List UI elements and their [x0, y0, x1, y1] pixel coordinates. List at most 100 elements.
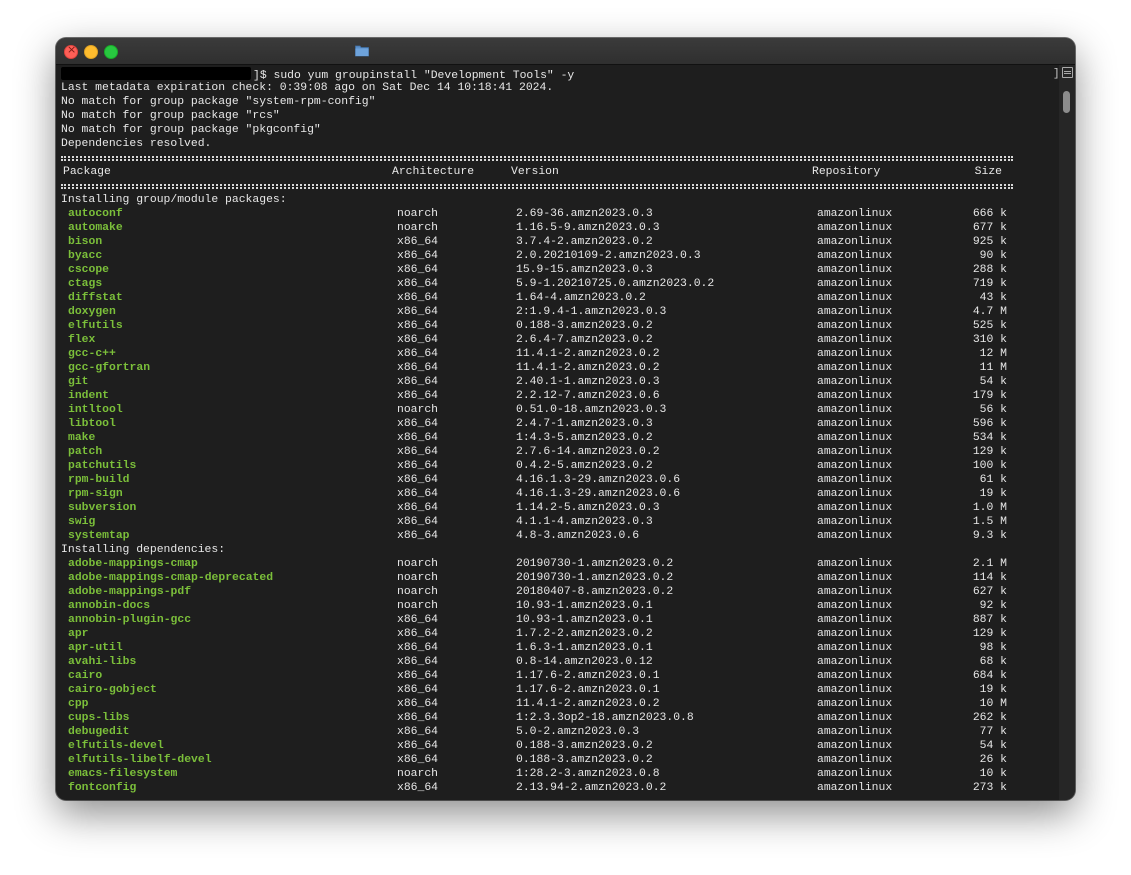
package-version: 2.6.4-7.amzn2023.0.2 [516, 334, 653, 346]
package-arch: x86_64 [397, 642, 439, 654]
package-size: 100 k [972, 460, 1007, 472]
package-arch: x86_64 [397, 628, 439, 640]
package-name: git [68, 376, 89, 388]
table-row: cups-libs x86_64 1:2.3.3op2-18.amzn2023.0.… [61, 711, 1013, 725]
package-version: 2.7.6-14.amzn2023.0.2 [516, 446, 660, 458]
package-size: 129 k [972, 446, 1007, 458]
package-arch: x86_64 [397, 418, 439, 430]
separator-rule [61, 156, 1013, 161]
package-version: 1.7.2-2.amzn2023.0.2 [516, 628, 653, 640]
message-line: Dependencies resolved. [61, 138, 212, 150]
table-row: annobin-plugin-gcc x86_64 10.93-1.amzn2023… [61, 613, 1013, 627]
package-arch: x86_64 [397, 292, 439, 304]
package-size: 90 k [979, 250, 1007, 262]
table-row: autoconf noarch 2.69-36.amzn2023.0.3 amazon… [61, 207, 1013, 221]
package-arch: x86_64 [397, 670, 439, 682]
package-version: 20180407-8.amzn2023.0.2 [516, 586, 674, 598]
split-pane-icon[interactable] [1062, 67, 1073, 78]
scrollbar[interactable] [1059, 65, 1075, 800]
package-version: 11.4.1-2.amzn2023.0.2 [516, 348, 660, 360]
package-name: automake [68, 222, 123, 234]
package-arch: noarch [397, 208, 439, 220]
package-repo: amazonlinux [817, 250, 893, 262]
package-version: 1.17.6-2.amzn2023.0.1 [516, 684, 660, 696]
table-row: rpm-sign x86_64 4.16.1.3-29.amzn2023.0.6 am… [61, 487, 1013, 501]
terminal-window: ]$ sudo yum groupinstall "Development To… [56, 38, 1075, 800]
package-size: 925 k [972, 236, 1007, 248]
terminal-output[interactable]: ]$ sudo yum groupinstall "Development To… [56, 65, 1059, 800]
package-repo: amazonlinux [817, 614, 893, 626]
package-arch: x86_64 [397, 488, 439, 500]
package-size: 534 k [972, 432, 1007, 444]
package-name: emacs-filesystem [68, 768, 178, 780]
package-size: 10 M [979, 698, 1007, 710]
table-row: adobe-mappings-pdf noarch 20180407-8.amzn2… [61, 585, 1013, 599]
table-row: gcc-c++ x86_64 11.4.1-2.amzn2023.0.2 amazon… [61, 347, 1013, 361]
table-header: Package Architecture Version Repository … [61, 165, 1013, 179]
package-version: 0.8-14.amzn2023.0.12 [516, 656, 653, 668]
package-arch: x86_64 [397, 264, 439, 276]
minimize-button[interactable] [84, 45, 98, 59]
package-size: 684 k [972, 670, 1007, 682]
package-version: 11.4.1-2.amzn2023.0.2 [516, 698, 660, 710]
package-repo: amazonlinux [817, 530, 893, 542]
table-row: byacc x86_64 2.0.20210109-2.amzn2023.0.3 am… [61, 249, 1013, 263]
package-repo: amazonlinux [817, 684, 893, 696]
package-name: cpp [68, 698, 89, 710]
package-version: 2.0.20210109-2.amzn2023.0.3 [516, 250, 701, 262]
package-version: 1:2.3.3op2-18.amzn2023.0.8 [516, 712, 694, 724]
table-row: subversion x86_64 1.14.2-5.amzn2023.0.3 ama… [61, 501, 1013, 515]
close-button[interactable] [64, 43, 78, 59]
package-name: autoconf [68, 208, 123, 220]
package-name: rpm-sign [68, 488, 123, 500]
package-repo: amazonlinux [817, 572, 893, 584]
package-size: 887 k [972, 614, 1007, 626]
package-version: 5.0-2.amzn2023.0.3 [516, 726, 640, 738]
package-size: 54 k [979, 740, 1007, 752]
package-size: 19 k [979, 488, 1007, 500]
package-repo: amazonlinux [817, 334, 893, 346]
table-row: indent x86_64 2.2.12-7.amzn2023.0.6 amazonl… [61, 389, 1013, 403]
package-arch: x86_64 [397, 516, 439, 528]
package-name: debugedit [68, 726, 130, 738]
package-repo: amazonlinux [817, 418, 893, 430]
table-row: patch x86_64 2.7.6-14.amzn2023.0.2 amazonli… [61, 445, 1013, 459]
package-repo: amazonlinux [817, 782, 893, 794]
package-version: 1.64-4.amzn2023.0.2 [516, 292, 646, 304]
package-size: 92 k [979, 600, 1007, 612]
message-line: No match for group package "system-rpm-c… [61, 96, 376, 108]
table-row: apr-util x86_64 1.6.3-1.amzn2023.0.1 amazon… [61, 641, 1013, 655]
table-row: cscope x86_64 15.9-15.amzn2023.0.3 amazonli… [61, 263, 1013, 277]
package-size: 677 k [972, 222, 1007, 234]
package-repo: amazonlinux [817, 278, 893, 290]
package-name: gcc-gfortran [68, 362, 151, 374]
maximize-button[interactable] [104, 45, 118, 59]
package-arch: x86_64 [397, 390, 439, 402]
package-repo: amazonlinux [817, 768, 893, 780]
scroll-thumb[interactable] [1063, 91, 1070, 113]
package-arch: x86_64 [397, 712, 439, 724]
package-arch: x86_64 [397, 754, 439, 766]
package-repo: amazonlinux [817, 628, 893, 640]
package-size: 19 k [979, 684, 1007, 696]
package-arch: x86_64 [397, 782, 439, 794]
package-arch: x86_64 [397, 684, 439, 696]
table-row: patchutils x86_64 0.4.2-5.amzn2023.0.2 amaz… [61, 459, 1013, 473]
message-line: No match for group package "pkgconfig" [61, 124, 321, 136]
table-row: swig x86_64 4.1.1-4.amzn2023.0.3 amazonlinu… [61, 515, 1013, 529]
title-bar[interactable] [56, 38, 1075, 65]
section-heading: Installing group/module packages: [61, 194, 287, 206]
package-repo: amazonlinux [817, 488, 893, 500]
package-arch: x86_64 [397, 348, 439, 360]
package-repo: amazonlinux [817, 208, 893, 220]
package-repo: amazonlinux [817, 236, 893, 248]
package-arch: x86_64 [397, 278, 439, 290]
package-size: 4.7 M [972, 306, 1007, 318]
package-name: apr [68, 628, 89, 640]
package-version: 2.2.12-7.amzn2023.0.6 [516, 390, 660, 402]
message-line: No match for group package "rcs" [61, 110, 280, 122]
package-repo: amazonlinux [817, 460, 893, 472]
package-version: 5.9-1.20210725.0.amzn2023.0.2 [516, 278, 715, 290]
package-size: 596 k [972, 418, 1007, 430]
package-name: fontconfig [68, 782, 137, 794]
